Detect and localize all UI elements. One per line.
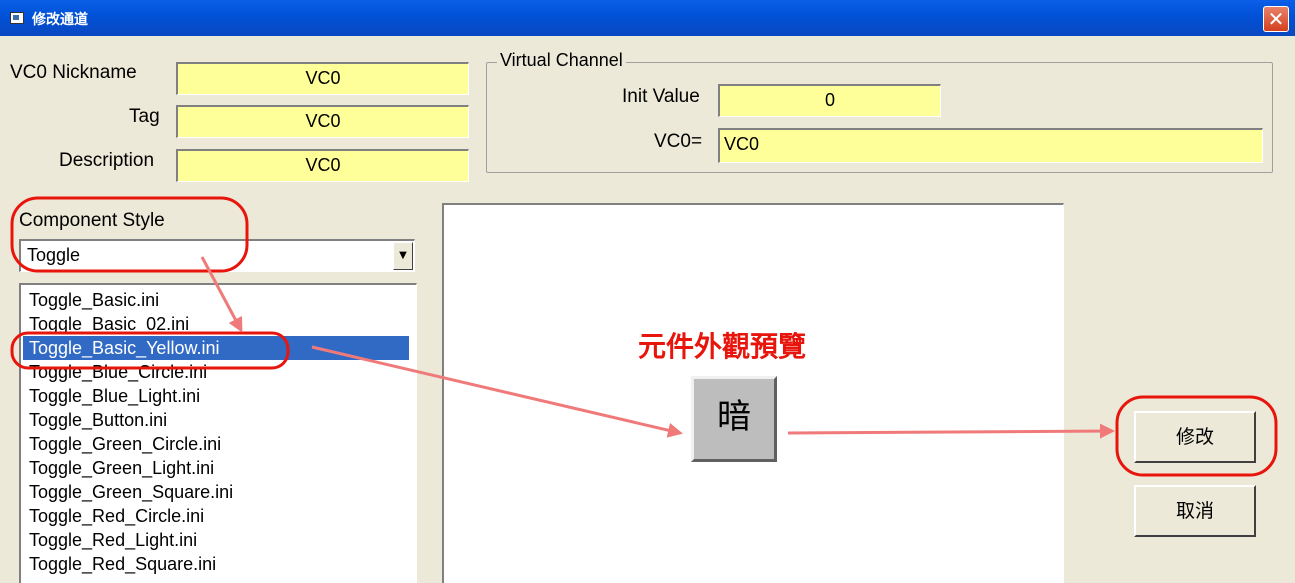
list-item[interactable]: Toggle_Green_Square.ini <box>23 480 409 504</box>
list-item[interactable]: Toggle_Red_Square.ini <box>23 552 409 576</box>
nickname-field[interactable]: VC0 <box>176 62 469 95</box>
chevron-down-icon[interactable]: ▼ <box>393 242 413 270</box>
style-file-list[interactable]: Toggle_Basic.ini Toggle_Basic_02.ini Tog… <box>19 283 417 583</box>
virtual-channel-group-label: Virtual Channel <box>497 50 626 71</box>
list-item[interactable]: Toggle_Basic.ini <box>23 288 409 312</box>
cancel-button[interactable]: 取消 <box>1134 485 1256 537</box>
init-value-label: Init Value <box>622 86 700 107</box>
formula-label: VC0= <box>654 131 703 152</box>
window-title: 修改通道 <box>32 12 88 28</box>
component-style-value: Toggle <box>27 245 81 265</box>
modify-button[interactable]: 修改 <box>1134 411 1256 463</box>
close-button[interactable]: ✕ <box>1263 6 1289 32</box>
list-item[interactable]: Toggle_Green_Circle.ini <box>23 432 409 456</box>
list-item[interactable]: Toggle_Basic_02.ini <box>23 312 409 336</box>
list-item[interactable]: Toggle_Blue_Light.ini <box>23 384 409 408</box>
tag-label: Tag <box>129 106 160 127</box>
component-style-select[interactable]: Toggle ▼ <box>19 239 415 272</box>
list-item[interactable]: Toggle_Button.ini <box>23 408 409 432</box>
list-item[interactable]: Toggle_Blue_Circle.ini <box>23 360 409 384</box>
init-value-field[interactable]: 0 <box>718 84 941 117</box>
description-field[interactable]: VC0 <box>176 149 469 182</box>
preview-caption: 元件外觀預覽 <box>638 330 807 363</box>
app-icon <box>10 12 24 24</box>
list-item[interactable]: Toggle_Red_Light.ini <box>23 528 409 552</box>
nickname-label: VC0 Nickname <box>10 62 137 83</box>
list-item[interactable]: Toggle_Red_Circle.ini <box>23 504 409 528</box>
list-item[interactable]: Toggle_Green_Light.ini <box>23 456 409 480</box>
list-item-selected[interactable]: Toggle_Basic_Yellow.ini <box>23 336 409 360</box>
component-style-label: Component Style <box>19 210 165 231</box>
title-bar: 修改通道 ✕ <box>0 0 1295 36</box>
description-label: Description <box>59 150 155 171</box>
formula-field[interactable]: VC0 <box>718 128 1263 163</box>
tag-field[interactable]: VC0 <box>176 105 469 138</box>
preview-toggle-button[interactable]: 暗 <box>691 376 777 462</box>
